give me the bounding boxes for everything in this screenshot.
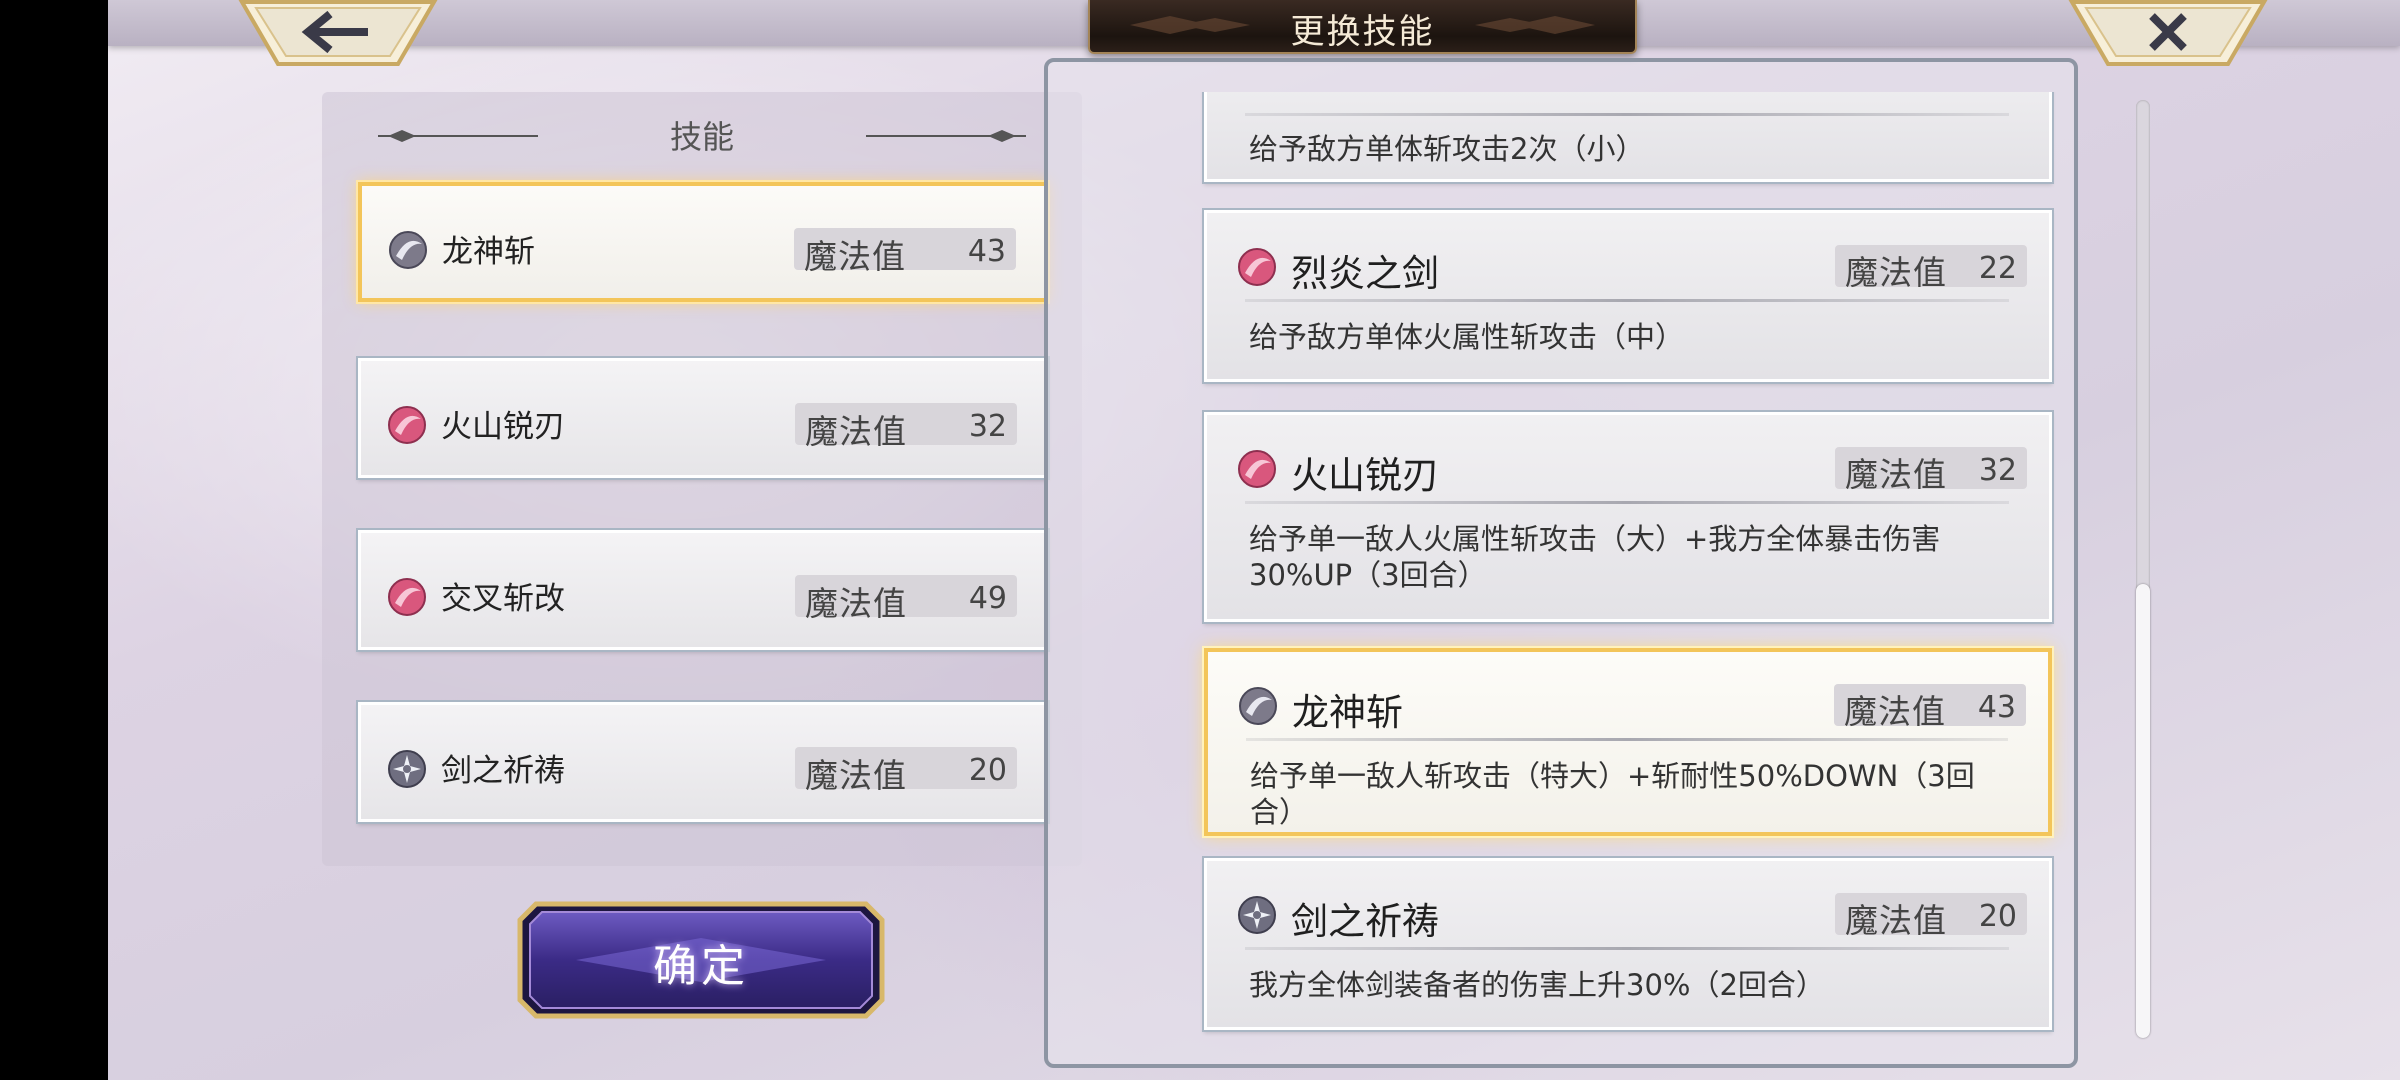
mp-value: 20 — [968, 753, 1007, 788]
mp-cost-badge: 魔法值 32 — [1835, 447, 2027, 494]
mp-cost-badge: 魔法值 32 — [795, 403, 1017, 451]
mp-value: 22 — [1978, 251, 2017, 286]
card-divider — [1246, 738, 2008, 741]
card-divider — [1245, 299, 2009, 302]
skill-name: 火山锐刃 — [1291, 454, 1439, 497]
mp-value: 43 — [1977, 690, 2016, 725]
mp-value: 49 — [968, 581, 1007, 616]
skill-description: 我方全体剑装备者的伤害上升30%（2回合） — [1249, 968, 1825, 1002]
card-divider — [1245, 947, 2009, 950]
skill-card[interactable]: 火山锐刃 魔法值 32 给予单一敌人火属性斩攻击（大）+我方全体暴击伤害30%U… — [1204, 412, 2052, 622]
skill-description: 给予单一敌人火属性斩攻击（大）+我方全体暴击伤害30%UP（3回合） — [1249, 522, 1941, 592]
skill-name: 剑之祈祷 — [1291, 900, 1439, 943]
mp-label: 魔法值 — [1845, 901, 1947, 940]
skill-name: 火山锐刃 — [441, 409, 565, 445]
equipped-slot-3[interactable]: 交叉斩改 魔法值 49 — [358, 530, 1048, 650]
equipped-slot-4[interactable]: 剑之祈祷 魔法值 20 — [358, 702, 1048, 822]
mp-cost-badge: 魔法值 22 — [1835, 245, 2027, 292]
page-title: 更换技能 — [1290, 12, 1435, 52]
letterbox-left — [0, 0, 108, 1080]
mp-cost-badge: 魔法值 20 — [1835, 893, 2027, 940]
mp-label: 魔法值 — [805, 412, 907, 451]
skill-name: 剑之祈祷 — [441, 753, 565, 789]
skill-card-partial[interactable]: 给予敌方单体斩攻击2次（小） — [1204, 92, 2052, 182]
mp-value: 32 — [1978, 453, 2017, 488]
mp-value: 20 — [1978, 899, 2017, 934]
skill-name: 龙神斩 — [442, 234, 535, 270]
fire-slash-icon — [1238, 248, 1276, 286]
mp-value: 43 — [967, 234, 1006, 269]
skill-name: 烈炎之剑 — [1291, 252, 1439, 295]
skill-name: 交叉斩改 — [441, 581, 565, 617]
dragon-slash-icon — [1239, 687, 1277, 725]
mp-label: 魔法值 — [805, 584, 907, 623]
title-plate: 更换技能 — [1088, 0, 1637, 54]
mp-cost-badge: 魔法值 43 — [1834, 684, 2026, 731]
mp-cost-badge: 魔法值 49 — [795, 575, 1017, 623]
close-icon — [2068, 0, 2268, 66]
buff-star-icon — [388, 750, 426, 788]
divider-ornament-right — [866, 130, 1026, 142]
mp-cost-badge: 魔法值 43 — [794, 228, 1016, 276]
fire-slash-icon — [388, 578, 426, 616]
mp-label: 魔法值 — [805, 756, 907, 795]
equipped-skills-panel: 技能 龙神斩 魔法值 43 火山锐刃 魔法值 32 交叉斩改 魔法值 49 剑之… — [322, 92, 1082, 866]
equipped-slot-2[interactable]: 火山锐刃 魔法值 32 — [358, 358, 1048, 478]
mp-label: 魔法值 — [1844, 692, 1946, 731]
skill-card[interactable]: 剑之祈祷 魔法值 20 我方全体剑装备者的伤害上升30%（2回合） — [1204, 858, 2052, 1030]
fire-slash-icon — [1238, 450, 1276, 488]
equipped-slot-1[interactable]: 龙神斩 魔法值 43 — [358, 182, 1048, 302]
back-arrow-icon — [238, 0, 438, 66]
mp-label: 魔法值 — [1845, 455, 1947, 494]
mp-label: 魔法值 — [804, 237, 906, 276]
skill-list: 给予敌方单体斩攻击2次（小） 烈炎之剑 魔法值 22 给予敌方单体火属性斩攻击（… — [1044, 92, 2078, 1042]
back-button[interactable] — [238, 0, 438, 66]
buff-star-icon — [1238, 896, 1276, 934]
skill-name: 龙神斩 — [1292, 691, 1403, 734]
skill-description: 给予敌方单体火属性斩攻击（中） — [1249, 320, 1685, 354]
close-button[interactable] — [2068, 0, 2268, 66]
card-divider — [1245, 501, 2009, 504]
mp-label: 魔法值 — [1845, 253, 1947, 292]
confirm-label: 确定 — [653, 941, 749, 992]
skill-description: 给予单一敌人斩攻击（特大）+斩耐性50%DOWN（3回合） — [1250, 759, 1975, 829]
skill-description: 给予敌方单体斩攻击2次（小） — [1249, 132, 1645, 166]
skill-card-selected[interactable]: 龙神斩 魔法值 43 给予单一敌人斩攻击（特大）+斩耐性50%DOWN（3回合） — [1204, 648, 2052, 836]
fire-slash-icon — [388, 406, 426, 444]
mp-cost-badge: 魔法值 20 — [795, 747, 1017, 795]
card-divider — [1245, 113, 2009, 116]
dragon-slash-icon — [389, 231, 427, 269]
skill-card[interactable]: 烈炎之剑 魔法值 22 给予敌方单体火属性斩攻击（中） — [1204, 210, 2052, 382]
mp-value: 32 — [968, 409, 1007, 444]
confirm-button[interactable]: 确定 — [516, 900, 886, 1020]
scrollbar-thumb[interactable] — [2136, 584, 2150, 1038]
